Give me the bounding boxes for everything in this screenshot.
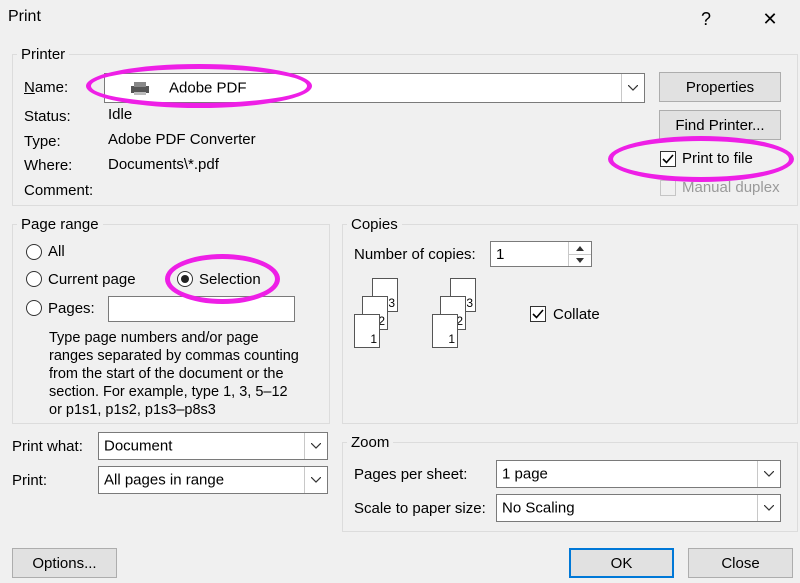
manual-duplex-checkbox[interactable]	[660, 180, 676, 196]
help-line: or p1s1, p1s2, p1s3–p8s3	[49, 402, 216, 418]
print-what-select[interactable]: Document	[98, 432, 328, 460]
zoom-group-label: Zoom	[351, 434, 390, 451]
selection-radio-label[interactable]: Selection	[199, 271, 261, 288]
print-what-label: Print what:	[12, 438, 83, 455]
printer-name-value: Adobe PDF	[169, 79, 247, 97]
properties-button-label: Properties	[685, 78, 755, 96]
scale-to-paper-value: No Scaling	[502, 499, 575, 517]
printer-icon	[129, 80, 151, 100]
help-line: from the start of the document or the	[49, 366, 284, 382]
page-icon: 1	[354, 314, 380, 348]
collate-checkbox[interactable]	[530, 306, 546, 322]
number-of-copies-input[interactable]: 1	[490, 241, 592, 267]
pages-radio-label[interactable]: Pages:	[48, 300, 95, 317]
status-value: Idle	[108, 106, 133, 123]
type-label: Type:	[24, 133, 61, 150]
print-what-value: Document	[104, 437, 173, 455]
pages-per-sheet-label: Pages per sheet:	[354, 466, 468, 483]
print-label: Print:	[12, 472, 48, 489]
page-icon: 1	[432, 314, 458, 348]
window-title: Print	[8, 8, 41, 25]
scale-to-paper-select[interactable]: No Scaling	[496, 494, 781, 522]
selection-radio[interactable]	[177, 271, 193, 287]
chevron-down-icon[interactable]	[757, 461, 780, 487]
pages-per-sheet-value: 1 page	[502, 465, 548, 483]
scale-to-paper-label: Scale to paper size:	[354, 500, 486, 517]
close-button[interactable]: Close	[688, 548, 793, 578]
uncollated-pages-icon: 3 2 1	[354, 278, 404, 352]
where-value: Documents\*.pdf	[108, 156, 219, 173]
check-icon	[532, 309, 544, 319]
help-line: section. For example, type 1, 3, 5–12	[49, 384, 288, 400]
ok-button[interactable]: OK	[569, 548, 674, 578]
where-label: Where:	[24, 157, 73, 174]
page-range-group-label: Page range	[21, 216, 99, 233]
collated-pages-icon: 3 2 1	[432, 278, 482, 352]
all-radio-label[interactable]: All	[48, 243, 65, 260]
page-range-help-text: Type page numbers and/or page ranges sep…	[49, 329, 299, 419]
chevron-down-icon[interactable]	[621, 74, 644, 102]
chevron-down-icon[interactable]	[304, 433, 327, 459]
pages-input[interactable]	[108, 296, 295, 322]
spin-down-icon[interactable]	[568, 254, 591, 266]
options-button[interactable]: Options...	[12, 548, 117, 578]
close-button-label: Close	[721, 554, 760, 572]
number-of-copies-value: 1	[496, 246, 505, 263]
pages-per-sheet-select[interactable]: 1 page	[496, 460, 781, 488]
comment-label: Comment:	[24, 182, 94, 199]
all-radio[interactable]	[26, 244, 42, 260]
find-printer-button-label: Find Printer...	[675, 116, 765, 134]
help-line: Type page numbers and/or page	[49, 330, 259, 346]
copies-group-label: Copies	[351, 216, 398, 233]
status-label: Status:	[24, 108, 71, 125]
close-icon[interactable]: ✕	[750, 2, 790, 36]
printer-group-label: Printer	[21, 46, 66, 63]
printer-name-label: Name:	[24, 79, 69, 96]
print-select[interactable]: All pages in range	[98, 466, 328, 494]
number-of-copies-label: Number of copies:	[354, 246, 476, 263]
current-page-radio-label[interactable]: Current page	[48, 271, 136, 288]
type-value: Adobe PDF Converter	[108, 131, 256, 148]
help-icon[interactable]: ?	[686, 2, 726, 36]
help-line: ranges separated by commas counting	[49, 348, 299, 364]
properties-button[interactable]: Properties	[659, 72, 781, 102]
chevron-down-icon[interactable]	[757, 495, 780, 521]
manual-duplex-label[interactable]: Manual duplex	[682, 179, 780, 196]
pages-radio[interactable]	[26, 300, 42, 316]
collate-label[interactable]: Collate	[553, 306, 600, 323]
print-to-file-checkbox[interactable]	[660, 151, 676, 167]
print-value: All pages in range	[104, 471, 225, 489]
current-page-radio[interactable]	[26, 271, 42, 287]
printer-name-select[interactable]: Adobe PDF	[104, 73, 645, 103]
check-icon	[662, 154, 674, 164]
ok-button-label: OK	[610, 554, 633, 572]
find-printer-button[interactable]: Find Printer...	[659, 110, 781, 140]
print-to-file-label[interactable]: Print to file	[682, 150, 753, 167]
options-button-label: Options...	[32, 554, 97, 572]
chevron-down-icon[interactable]	[304, 467, 327, 493]
